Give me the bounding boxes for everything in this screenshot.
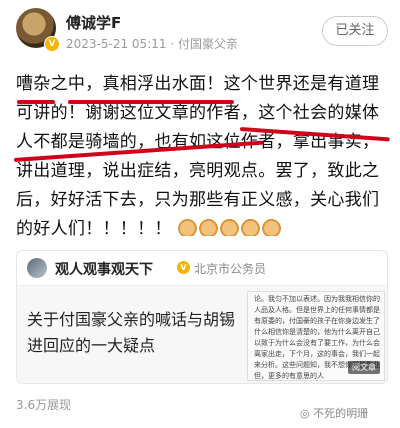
wechat-icon: ◎ [300,407,310,420]
post-text-line: 嘈杂之中，真相浮出水面！这个世界还是有道理 [16,74,380,94]
post-text-line: 的好人们！！！！！ [16,219,172,239]
red-underline [17,100,55,104]
user-name[interactable]: 傅诚学F [66,12,121,33]
verified-badge-icon: V [44,36,60,52]
red-underline [68,100,234,104]
card-header: 观人观事观天下 V 北京市公务员 [17,251,387,286]
watermark-text: 不死的明珊 [313,407,369,420]
handshake-emoji [241,219,261,236]
official-verified-icon: V [177,261,190,274]
post-text-line: 后，好好活下去，只为那些有正义感，关心我们 [16,190,380,210]
handshake-emoji [178,219,198,236]
card-author-tag: 北京市公务员 [194,262,267,276]
emoji-row [177,219,282,239]
card-author-name[interactable]: 观人观事观天下 [55,259,153,279]
post-header: V 傅诚学F 2023-5-21 05:11 · 付国豪父亲 已关注 [0,0,400,60]
post-meta: 2023-5-21 05:11 · 付国豪父亲 [66,37,238,51]
read-article-tag: 阅文章 [348,361,380,374]
quoted-article-card[interactable]: 观人观事观天下 V 北京市公务员 关于付国豪父亲的喊话与胡锡进回应的一大疑点 论… [16,250,388,384]
follow-button[interactable]: 已关注 [322,16,388,46]
post-text-line: 讲出道理，说出症结，亮明观点。罢了，致此之 [16,161,380,181]
card-thumbnail[interactable]: 论。我匀不加以表述。因为我我相信你的人品及人格。但是世界上的任何事情都是有原委的… [247,291,385,381]
card-author-avatar [27,258,47,278]
post-text-line: 可讲的！谢谢这位文章的作者，这个社会的媒体 [16,103,380,123]
handshake-emoji [220,219,240,236]
handshake-emoji [262,219,282,236]
handshake-emoji [199,219,219,236]
view-count: 3.6万展现 [16,398,72,412]
card-title[interactable]: 关于付国豪父亲的喊话与胡锡进回应的一大疑点 [27,307,237,359]
watermark: ◎ 不死的明珊 [300,405,368,421]
